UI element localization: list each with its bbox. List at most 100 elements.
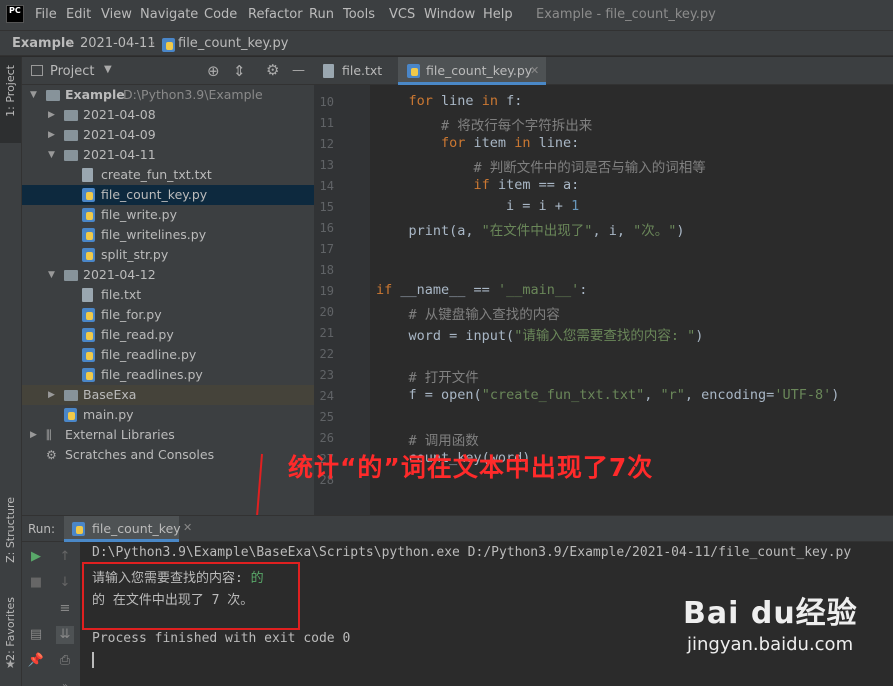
project-panel-title[interactable]: Project [50,64,94,79]
tree-item[interactable]: ▶ 2021-04-09 [22,125,314,145]
code-line[interactable]: f = open("create_fun_txt.txt", "r", enco… [376,387,840,403]
code-line[interactable]: print(a, "在文件中出现了", i, "次。") [376,219,685,239]
scratches-icon: ⚙ [46,448,57,462]
collapse-all-icon[interactable]: ⇕ [233,62,246,80]
up-arrow-icon[interactable]: ↑ [56,548,74,566]
chevron-right-icon[interactable]: ▶ [48,105,55,125]
python-file-icon [82,308,95,322]
chevron-down-icon[interactable]: ▼ [104,64,112,75]
tree-item[interactable]: file_count_key.py [22,185,314,205]
close-icon[interactable]: ✕ [183,521,192,534]
pin-icon[interactable]: 📌 [27,652,45,670]
menu-navigate[interactable]: Navigate [140,7,198,22]
tree-item[interactable]: split_str.py [22,245,314,265]
tab-file-count-key[interactable]: file_count_key.py ✕ [398,57,546,85]
tree-item[interactable]: ▶ BaseExa [22,385,314,405]
star-icon[interactable]: ★ [5,657,16,671]
tree-item[interactable]: main.py [22,405,314,425]
tab-file-txt[interactable]: file.txt [314,57,398,85]
menu-run[interactable]: Run [309,7,334,22]
code-line[interactable]: # 判断文件中的词是否与输入的词相等 [376,156,706,176]
folder-icon [64,110,78,121]
chevron-down-icon[interactable]: ▼ [30,85,37,105]
tree-item[interactable]: ▶ 2021-04-08 [22,105,314,125]
tree-item[interactable]: file_for.py [22,305,314,325]
tree-item[interactable]: file_readline.py [22,345,314,365]
code-line[interactable]: for item in line: [376,135,579,151]
tree-item-label: file_readlines.py [101,367,203,382]
code-line[interactable]: i = i + 1 [376,198,579,214]
menu-code[interactable]: Code [204,7,237,22]
menu-window[interactable]: Window [424,7,475,22]
chevron-right-icon: › [150,36,156,51]
code-line[interactable]: # 调用函数 [376,429,479,449]
structure-tool-tab[interactable]: Z: Structure [4,497,17,563]
tree-item[interactable]: ▶ ⫼ External Libraries [22,425,314,445]
tree-item[interactable]: create_fun_txt.txt [22,165,314,185]
tree-item[interactable]: file.txt [22,285,314,305]
more-icon[interactable]: » [56,678,74,686]
text-file-icon [82,288,93,302]
project-tool-tab[interactable]: 1: Project [0,57,21,143]
breadcrumb-folder[interactable]: 2021-04-11 [80,36,156,51]
chevron-right-icon[interactable]: ▶ [48,125,55,145]
print-icon[interactable]: ⎙ [56,652,74,670]
code-line[interactable]: # 打开文件 [376,366,479,386]
code-line[interactable]: for line in f: [376,93,523,109]
code-line[interactable]: # 将改行每个字符拆出来 [376,114,592,134]
chevron-down-icon[interactable]: ▼ [48,145,55,165]
tree-item[interactable]: ▼ 2021-04-12 [22,265,314,285]
run-tab-label: file_count_key [92,521,181,536]
layout-icon[interactable]: ▤ [27,626,45,644]
tree-root[interactable]: ▼ Example D:\Python3.9\Example [22,85,314,105]
menu-tools[interactable]: Tools [343,7,375,22]
tree-item[interactable]: file_write.py [22,205,314,225]
tree-item[interactable]: file_readlines.py [22,365,314,385]
chevron-right-icon[interactable]: ▶ [30,425,37,445]
code-line[interactable]: if __name__ == '__main__': [376,282,587,298]
stop-icon[interactable]: ■ [27,574,45,592]
tree-item[interactable]: file_writelines.py [22,225,314,245]
python-file-icon [82,328,95,342]
tab-label: file.txt [342,63,383,78]
down-arrow-icon[interactable]: ↓ [56,574,74,592]
rerun-icon[interactable]: ▶ [27,548,45,566]
menu-refactor[interactable]: Refactor [248,7,303,22]
breadcrumb-project[interactable]: Example [12,36,74,51]
text-file-icon [82,168,93,182]
menu-view[interactable]: View [101,7,132,22]
gear-icon[interactable]: ⚙ [266,61,279,79]
project-tool-label: 1: Project [4,65,17,117]
menu-vcs[interactable]: VCS [389,7,415,22]
minimize-icon[interactable]: — [292,63,305,78]
output-command-line: D:\Python3.9\Example\BaseExa\Scripts\pyt… [92,545,852,560]
locate-icon[interactable]: ⊕ [207,62,220,80]
code-line[interactable]: if item == a: [376,177,580,193]
menu-help[interactable]: Help [483,7,513,22]
python-file-icon [82,208,95,222]
tree-item-label: BaseExa [83,387,137,402]
run-tab[interactable]: file_count_key ✕ [64,516,192,542]
code-line[interactable]: # 从键盘输入查找的内容 [376,303,560,323]
python-file-icon [162,38,175,52]
output-exit-line: Process finished with exit code 0 [92,631,351,646]
python-file-icon [407,64,420,78]
scroll-to-end-icon[interactable]: ⇊ [56,626,74,644]
python-file-icon [82,248,95,262]
python-file-icon [72,522,85,536]
python-file-icon [82,348,95,362]
menu-file[interactable]: File [35,7,57,22]
chevron-right-icon[interactable]: ▶ [48,385,55,405]
breadcrumb-file[interactable]: file_count_key.py [178,36,288,51]
favorites-tool-tab[interactable]: 2: Favorites [4,597,17,661]
chevron-down-icon[interactable]: ▼ [48,265,55,285]
folder-icon [64,270,78,281]
tree-item[interactable]: file_read.py [22,325,314,345]
menu-edit[interactable]: Edit [66,7,91,22]
soft-wrap-icon[interactable]: ≡ [56,600,74,618]
folder-icon [64,150,78,161]
close-icon[interactable]: ✕ [530,57,539,85]
tree-item-label: 2021-04-08 [83,107,156,122]
tree-item[interactable]: ▼ 2021-04-11 [22,145,314,165]
code-line[interactable]: word = input("请输入您需要查找的内容: ") [376,324,704,344]
